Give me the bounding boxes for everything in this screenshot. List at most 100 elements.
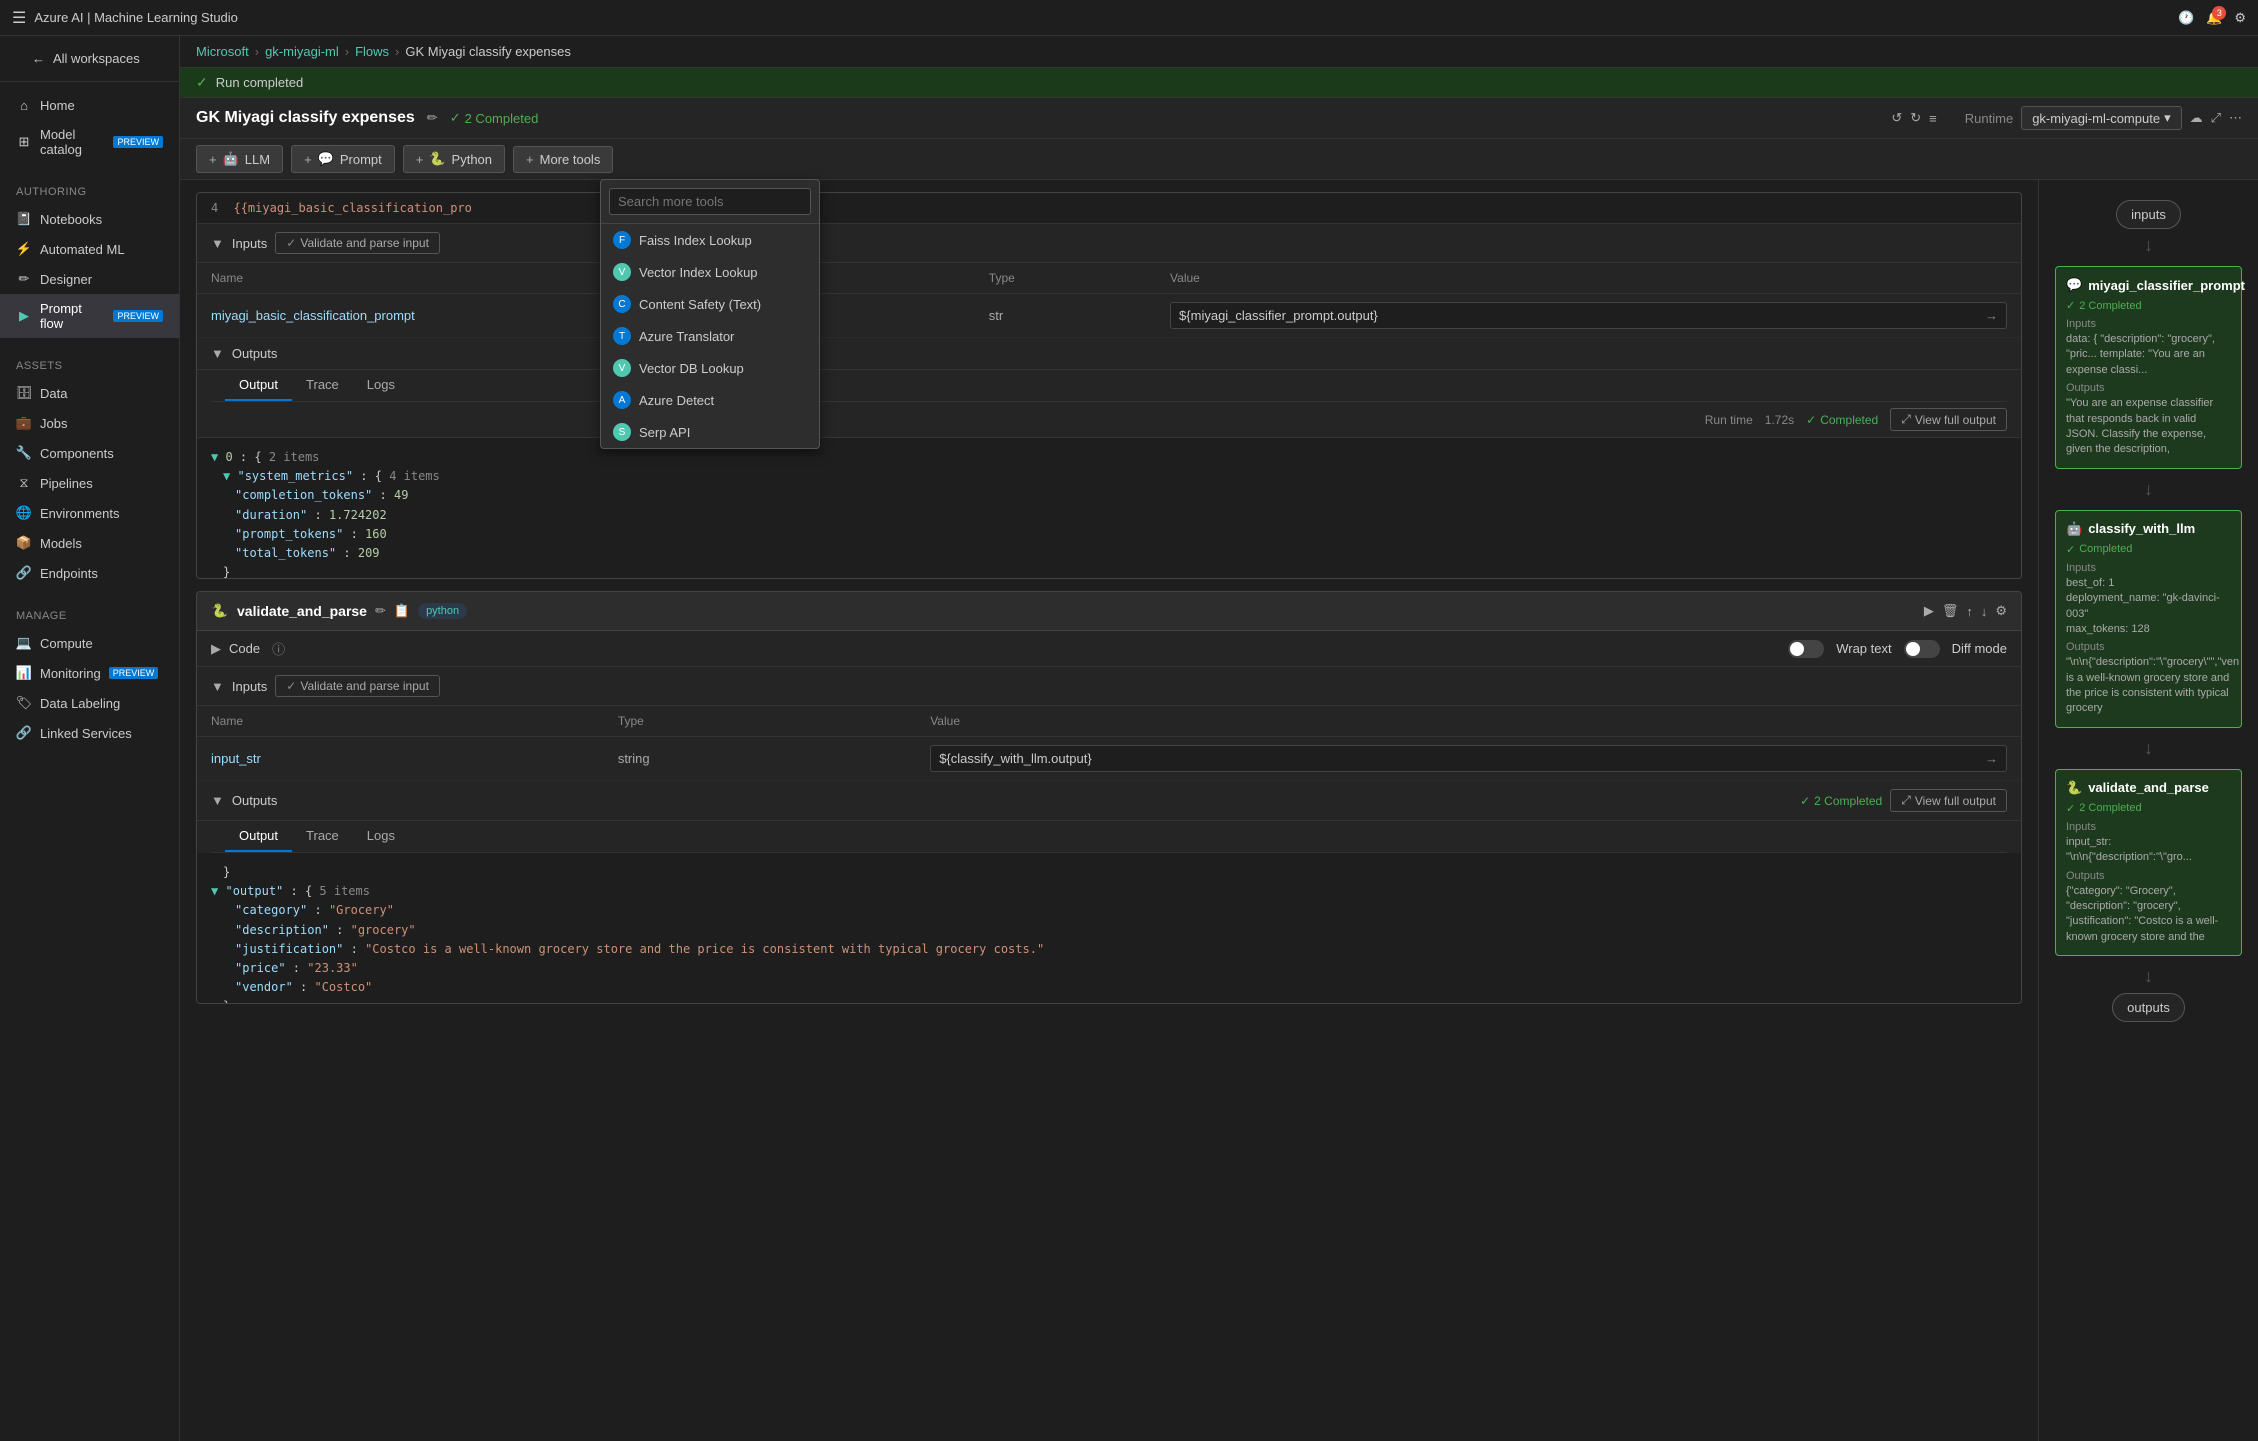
notifications-icon[interactable]: 🔔 3 [2206, 10, 2222, 26]
edit-node2-icon[interactable]: ✏ [375, 603, 386, 619]
collapse-icon-3[interactable]: ▼ [211, 679, 224, 694]
edit-flow-icon[interactable]: ✏ [427, 110, 438, 126]
more-tools-button[interactable]: + More tools [513, 146, 613, 173]
python-button[interactable]: + 🐍 Python [403, 145, 505, 173]
dropdown-item-content-safety[interactable]: C Content Safety (Text) [601, 288, 819, 320]
linked-services-icon: 🔗 [16, 725, 32, 741]
azure-detect-icon: A [613, 391, 631, 409]
check-circle-icon: ✓ [1806, 413, 1816, 427]
validate-graph-title: 🐍 validate_and_parse [2066, 780, 2231, 796]
sidebar-item-notebooks[interactable]: 📓 Notebooks [0, 204, 179, 234]
completed-indicator-1: ✓ Completed [1806, 413, 1878, 427]
check-circle-icon-2: ✓ [1800, 794, 1810, 808]
breadcrumb-flows[interactable]: Flows [355, 44, 389, 59]
down-icon[interactable]: ↓ [1981, 604, 1988, 619]
cloud-icon[interactable]: ☁ [2190, 110, 2203, 126]
dropdown-item-serp[interactable]: S Serp API [601, 416, 819, 448]
diff-mode-label: Diff mode [1952, 641, 2007, 656]
designer-icon: ✏ [16, 271, 32, 287]
notebooks-icon: 📓 [16, 211, 32, 227]
sidebar-item-endpoints[interactable]: 🔗 Endpoints [0, 558, 179, 588]
sidebar-item-environments[interactable]: 🌐 Environments [0, 498, 179, 528]
settings-node-icon[interactable]: ⚙ [1995, 603, 2007, 619]
up-icon[interactable]: ↑ [1966, 604, 1973, 619]
more-tools-label: More tools [540, 152, 601, 167]
sidebar-item-pipelines[interactable]: ⧖ Pipelines [0, 468, 179, 498]
flow-title: GK Miyagi classify expenses [196, 109, 415, 127]
all-workspaces-link[interactable]: ← All workspaces [16, 44, 163, 73]
sidebar-item-linked-services[interactable]: 🔗 Linked Services [0, 718, 179, 748]
sidebar-item-monitoring[interactable]: 📊 Monitoring PREVIEW [0, 658, 179, 688]
tab-trace-2[interactable]: Trace [292, 821, 353, 852]
home-icon: ⌂ [16, 97, 32, 113]
col-type-header-2: Type [604, 706, 916, 737]
dropdown-item-azure-detect[interactable]: A Azure Detect [601, 384, 819, 416]
sidebar-item-designer[interactable]: ✏ Designer [0, 264, 179, 294]
validate-parse-btn-2[interactable]: ✓ Validate and parse input [275, 675, 440, 697]
runtime-value-1: 1.72s [1765, 413, 1794, 427]
tab-logs-2[interactable]: Logs [353, 821, 409, 852]
dropdown-item-vector[interactable]: V Vector Index Lookup [601, 256, 819, 288]
python-node-icon: 🐍 [211, 602, 229, 620]
play-icon[interactable]: ▶ [1924, 603, 1934, 619]
value-input-1[interactable]: ${miyagi_classifier_prompt.output} → [1170, 302, 2007, 329]
sidebar-item-compute[interactable]: 💻 Compute [0, 628, 179, 658]
expand-code-icon[interactable]: ▶ [211, 641, 221, 657]
more-options-icon[interactable]: ⋯ [2229, 110, 2242, 126]
more-tools-dropdown: F Faiss Index Lookup V Vector Index Look… [600, 179, 820, 449]
sidebar-item-components[interactable]: 🔧 Components [0, 438, 179, 468]
breadcrumb-microsoft[interactable]: Microsoft [196, 44, 249, 59]
tab-trace-1[interactable]: Trace [292, 370, 353, 401]
validate-parse-btn-1[interactable]: ✓ Validate and parse input [275, 232, 440, 254]
collapse-icon[interactable]: ▼ [211, 236, 224, 251]
diff-mode-toggle[interactable] [1904, 640, 1940, 658]
input-type-2: string [604, 737, 916, 781]
undo-icon[interactable]: ↺ [1891, 110, 1902, 126]
sidebar-item-home[interactable]: ⌂ Home [0, 90, 179, 120]
wrap-text-toggle[interactable] [1788, 640, 1824, 658]
runtime-badge: gk-miyagi-ml-compute ▾ [2021, 106, 2181, 130]
hamburger-icon[interactable]: ☰ [12, 8, 26, 28]
input-name-2: input_str [197, 737, 604, 781]
tab-logs-1[interactable]: Logs [353, 370, 409, 401]
toolbar: + 🤖 LLM + 💬 Prompt + 🐍 Python + More too… [180, 139, 2258, 180]
value-input-2[interactable]: ${classify_with_llm.output} → [930, 745, 2007, 772]
sidebar-item-data-labeling[interactable]: 🏷 Data Labeling [0, 688, 179, 718]
sidebar: ← All workspaces ⌂ Home ⊞ Model catalog … [0, 36, 180, 1441]
classify-outputs-content: "\n\n{"description":"\"grocery\"","ven i… [2066, 655, 2231, 717]
dropdown-item-translator[interactable]: T Azure Translator [601, 320, 819, 352]
classify-outputs-label: Outputs [2066, 641, 2231, 653]
view-full-output-btn-2[interactable]: ⤢ View full output [1890, 789, 2007, 812]
node2-code-header: ▶ Code ⓘ Wrap text [197, 631, 2021, 667]
dropdown-search-input[interactable] [609, 188, 811, 215]
collapse-icon-2[interactable]: ▼ [211, 346, 224, 361]
dropdown-item-faiss[interactable]: F Faiss Index Lookup [601, 224, 819, 256]
sidebar-item-models[interactable]: 📦 Models [0, 528, 179, 558]
validate-graph-status: ✓ 2 Completed [2066, 802, 2231, 815]
sidebar-item-prompt-flow[interactable]: ▶ Prompt flow PREVIEW [0, 294, 179, 338]
sidebar-item-jobs[interactable]: 💼 Jobs [0, 408, 179, 438]
prompt-button[interactable]: + 💬 Prompt [291, 145, 395, 173]
node1-outputs-label: Outputs [232, 346, 278, 361]
sidebar-item-automated-ml[interactable]: ⚡ Automated ML [0, 234, 179, 264]
dropdown-item-vector-db[interactable]: V Vector DB Lookup [601, 352, 819, 384]
copy-node2-icon[interactable]: 📋 [394, 603, 410, 619]
collapse-icon-4[interactable]: ▼ [211, 793, 224, 808]
expand-icon[interactable]: ⤢ [2211, 110, 2221, 126]
miyagi-inputs-label: Inputs [2066, 318, 2231, 330]
redo-icon[interactable]: ↻ [1910, 110, 1921, 126]
sidebar-item-model-catalog[interactable]: ⊞ Model catalog PREVIEW [0, 120, 179, 164]
col-value-header: Value [1156, 263, 2021, 294]
settings-icon[interactable]: ⚙ [2234, 10, 2246, 26]
list-icon[interactable]: ≡ [1929, 111, 1937, 126]
breadcrumb-ml[interactable]: gk-miyagi-ml [265, 44, 339, 59]
tab-output-2[interactable]: Output [225, 821, 292, 852]
sidebar-item-data[interactable]: 🗄 Data [0, 378, 179, 408]
delete-icon[interactable]: 🗑 [1942, 603, 1959, 619]
node2-tag: python [418, 603, 467, 619]
models-icon: 📦 [16, 535, 32, 551]
llm-button[interactable]: + 🤖 LLM [196, 145, 283, 173]
prompt-flow-icon: ▶ [16, 308, 32, 324]
view-full-output-btn-1[interactable]: ⤢ View full output [1890, 408, 2007, 431]
tab-output-1[interactable]: Output [225, 370, 292, 401]
